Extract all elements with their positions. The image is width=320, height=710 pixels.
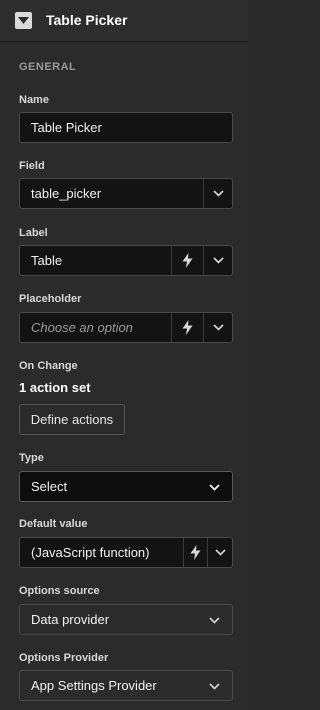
label-label: Label — [19, 227, 48, 239]
panel-title: Table Picker — [46, 12, 128, 28]
field-value: table_picker — [31, 186, 102, 201]
options-provider-select[interactable]: App Settings Provider — [19, 670, 233, 701]
on-change-label: On Change — [19, 360, 78, 372]
name-label: Name — [19, 94, 49, 106]
name-input[interactable]: Table Picker — [19, 112, 233, 143]
default-value-input[interactable]: (JavaScript function) — [19, 537, 233, 568]
lightning-icon — [182, 253, 193, 268]
options-source-value: Data provider — [31, 612, 110, 627]
default-value-dynamic-button[interactable] — [184, 538, 207, 567]
define-actions-button[interactable]: Define actions — [19, 404, 125, 435]
options-provider-label: Options Provider — [19, 652, 109, 664]
placeholder-input[interactable]: Choose an option — [19, 312, 233, 343]
placeholder-label: Placeholder — [19, 293, 82, 305]
chevron-down-icon — [209, 484, 220, 491]
options-provider-value: App Settings Provider — [31, 678, 157, 693]
chevron-down-icon — [209, 617, 220, 624]
chevron-down-icon — [213, 324, 224, 331]
label-input[interactable]: Table — [19, 245, 233, 276]
label-dropdown-button[interactable] — [204, 246, 233, 275]
options-source-select[interactable]: Data provider — [19, 604, 233, 635]
label-dynamic-button[interactable] — [172, 246, 203, 275]
type-label: Type — [19, 452, 44, 464]
collapse-button[interactable] — [15, 12, 32, 29]
chevron-down-icon — [213, 190, 224, 197]
panel-header: Table Picker — [0, 0, 248, 42]
placeholder-dropdown-button[interactable] — [204, 313, 233, 342]
placeholder-hint: Choose an option — [31, 320, 133, 335]
chevron-down-icon — [213, 257, 224, 264]
field-select[interactable]: table_picker — [19, 178, 233, 209]
action-count: 1 action set — [19, 380, 91, 395]
label-value: Table — [31, 253, 63, 268]
default-value-label: Default value — [19, 518, 88, 530]
section-title: GENERAL — [19, 61, 77, 73]
properties-panel: Table Picker GENERAL Name Table Picker F… — [0, 0, 248, 710]
options-source-label: Options source — [19, 585, 100, 597]
field-label: Field — [19, 160, 45, 172]
type-value: Select — [31, 479, 68, 494]
default-value-dropdown-button[interactable] — [208, 538, 233, 567]
field-dropdown-button[interactable] — [204, 179, 233, 208]
triangle-down-icon — [18, 17, 29, 24]
lightning-icon — [182, 320, 193, 335]
placeholder-dynamic-button[interactable] — [172, 313, 203, 342]
name-value: Table Picker — [31, 120, 102, 135]
lightning-icon — [190, 545, 201, 560]
chevron-down-icon — [215, 549, 226, 556]
type-select[interactable]: Select — [19, 471, 233, 502]
default-value-value: (JavaScript function) — [31, 545, 150, 560]
chevron-down-icon — [209, 683, 220, 690]
